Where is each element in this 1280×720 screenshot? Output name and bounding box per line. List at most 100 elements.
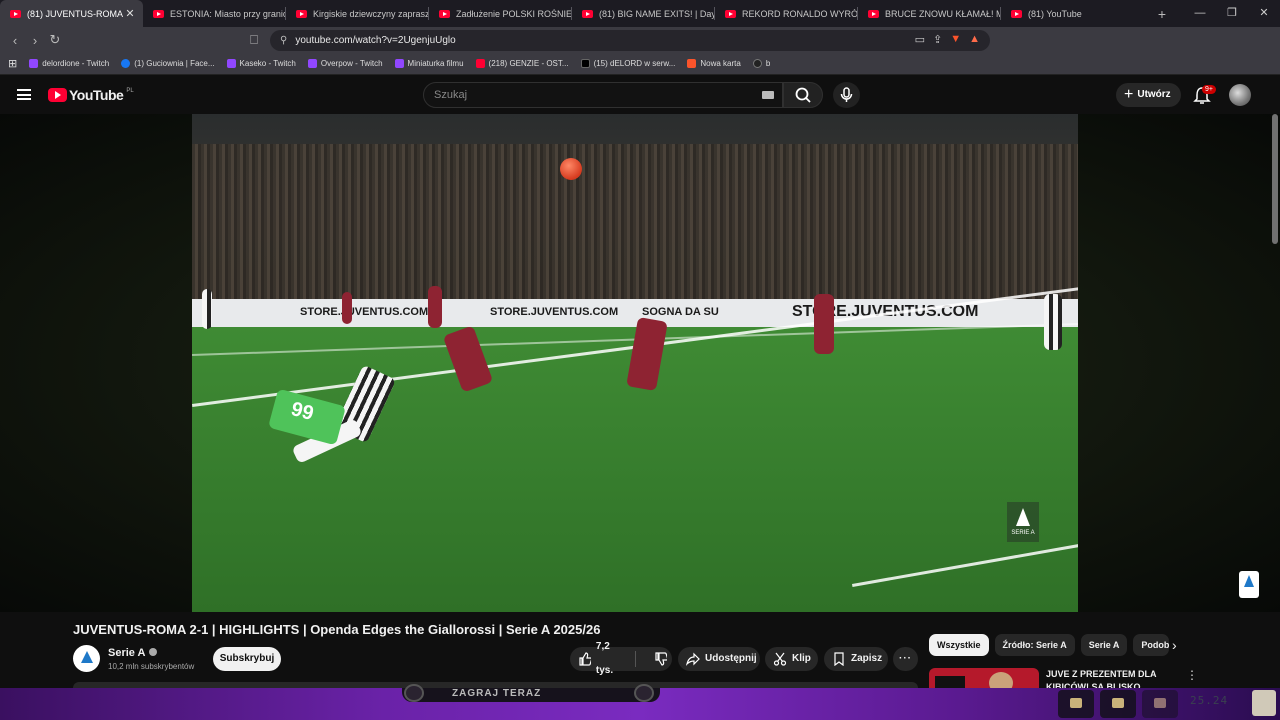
bookmark-label: (15) dELORD w serw... xyxy=(593,59,676,68)
voice-search-button[interactable] xyxy=(833,82,860,108)
x-icon xyxy=(580,59,590,68)
share-page-icon[interactable]: ⇪ xyxy=(933,33,942,46)
brave-icon xyxy=(687,59,697,68)
more-actions-button[interactable]: ··· xyxy=(893,647,918,671)
forward-icon[interactable]: › xyxy=(25,33,45,48)
create-button[interactable]: + Utwórz xyxy=(1116,83,1181,107)
overlay-banner-text: ZAGRAJ TERAZ xyxy=(452,688,542,699)
board-text: STORE.JUVENTUS.COM xyxy=(490,306,619,318)
chat-icon[interactable] xyxy=(1058,690,1094,718)
overlay-circle-icon xyxy=(634,684,654,702)
close-tab-icon[interactable]: ✕ xyxy=(123,7,137,20)
apps-grid-icon[interactable]: ⊞ xyxy=(8,57,17,70)
youtube-play-icon xyxy=(48,88,67,102)
like-dislike-bar: 7,2 tys. xyxy=(570,641,672,676)
bookmark-label: delordione - Twitch xyxy=(42,59,110,68)
roma-player xyxy=(428,286,442,328)
chip-source[interactable]: Źródło: Serie A xyxy=(994,634,1075,656)
subscriber-count: 10,2 mln subskrybentów xyxy=(108,662,195,671)
tab-title: Zadłużenie POLSKI ROŚNIE - w xyxy=(456,8,572,19)
youtube-icon xyxy=(475,59,485,68)
site-info-icon[interactable]: ⚲ xyxy=(280,35,287,46)
youtube-favicon-icon xyxy=(582,9,593,18)
chevron-right-icon[interactable]: › xyxy=(1172,637,1177,653)
bookmark-item[interactable]: Nowa karta xyxy=(687,59,741,68)
bookmark-item[interactable]: Miniaturka filmu xyxy=(394,59,464,68)
browser-tab[interactable]: (81) YouTube xyxy=(1001,0,1144,27)
bookmark-label: Kaseko - Twitch xyxy=(239,59,296,68)
gear-icon[interactable] xyxy=(1252,690,1276,716)
share-icon xyxy=(686,652,700,666)
bookmark-item[interactable]: (218) GENZIE - OST... xyxy=(475,59,569,68)
brave-shields-icon[interactable]: ▼ xyxy=(950,33,961,46)
region-code: PL xyxy=(126,88,134,94)
channel-name[interactable]: Serie A xyxy=(108,647,157,659)
address-bar[interactable]: ⚲ youtube.com/watch?v=2UgenjuUglo ▭ ⇪ ▼ … xyxy=(270,30,990,51)
clip-button[interactable]: Klip xyxy=(765,647,818,671)
search-placeholder: Szukaj xyxy=(434,89,468,101)
user-avatar[interactable] xyxy=(1229,84,1251,106)
browser-tab[interactable]: REKORD RONALDO WYRÓWNA xyxy=(715,0,858,27)
microphone-tray-icon[interactable] xyxy=(1142,690,1178,718)
browser-tab[interactable]: Zadłużenie POLSKI ROŚNIE - w xyxy=(429,0,572,27)
more-vert-icon[interactable]: ⋮ xyxy=(1186,668,1198,682)
page-scrollbar[interactable] xyxy=(1272,114,1278,244)
serie-a-side-logo[interactable] xyxy=(1239,571,1259,598)
scissors-icon xyxy=(773,652,787,666)
bookmark-item[interactable]: Overpow - Twitch xyxy=(307,59,383,68)
facebook-icon xyxy=(121,59,131,68)
chip-serie-a[interactable]: Serie A xyxy=(1080,634,1128,656)
search-input[interactable]: Szukaj xyxy=(423,82,783,108)
reload-icon[interactable]: ↻ xyxy=(45,32,65,48)
browser-tab[interactable]: BRUCE ZNOWU KŁAMAŁ! MED xyxy=(858,0,1001,27)
recommendation-chips: Wszystkie Źródło: Serie A Serie A Podob xyxy=(929,634,1170,656)
minimize-button[interactable]: — xyxy=(1184,0,1216,27)
cast-icon[interactable]: ▭ xyxy=(915,33,925,46)
browser-tab[interactable]: (81) BIG NAME EXITS! | Day Te xyxy=(572,0,715,27)
thumbs-down-icon[interactable] xyxy=(654,652,667,666)
bookmark-item[interactable]: b xyxy=(752,59,771,68)
bookmark-item[interactable]: (1) Guciownia | Face... xyxy=(121,59,215,68)
share-label: Udostępnij xyxy=(705,653,757,664)
thumbs-up-icon[interactable] xyxy=(578,652,591,666)
bookmark-item[interactable]: Kaseko - Twitch xyxy=(226,59,296,68)
new-tab-button[interactable]: + xyxy=(1150,6,1174,22)
like-count[interactable]: 7,2 tys. xyxy=(596,635,627,683)
share-button[interactable]: Udostępnij xyxy=(678,647,760,671)
keyboard-icon[interactable] xyxy=(762,91,774,99)
advertising-boards: STORE.JUVENTUS.COM STORE.JUVENTUS.COM SO… xyxy=(192,299,1078,327)
save-label: Zapisz xyxy=(851,653,883,664)
save-button[interactable]: Zapisz xyxy=(824,647,888,671)
tab-title: REKORD RONALDO WYRÓWNA xyxy=(742,8,858,19)
browser-tab[interactable]: (81) JUVENTUS-ROMA 2-1 ✕ xyxy=(0,0,143,27)
board-text: SOGNA DA SU xyxy=(642,306,719,318)
brave-rewards-icon[interactable]: ▲ xyxy=(969,33,980,46)
video-player[interactable]: STORE.JUVENTUS.COM STORE.JUVENTUS.COM SO… xyxy=(192,114,1078,612)
chip-all[interactable]: Wszystkie xyxy=(929,634,989,656)
browser-tab[interactable]: Kirgiskie dziewczyny zapraszają xyxy=(286,0,429,27)
browser-tab[interactable]: ESTONIA: Miasto przy granicy z xyxy=(143,0,286,27)
bookmark-label: Overpow - Twitch xyxy=(320,59,383,68)
search-button[interactable] xyxy=(783,82,823,108)
subscribe-button[interactable]: Subskrybuj xyxy=(213,647,281,671)
goalkeeper-number: 99 xyxy=(288,398,316,426)
bookmark-item[interactable]: delordione - Twitch xyxy=(29,59,109,68)
youtube-favicon-icon xyxy=(1011,9,1022,18)
tab-title: (81) JUVENTUS-ROMA 2-1 xyxy=(27,8,123,19)
youtube-logo[interactable]: YouTube PL xyxy=(48,87,134,103)
bookmark-item[interactable]: (15) dELORD w serw... xyxy=(580,59,676,68)
tab-title: (81) BIG NAME EXITS! | Day Te xyxy=(599,8,715,19)
clock-readout: 25.24 xyxy=(1190,694,1229,707)
bookmark-page-icon[interactable]: ⎕ xyxy=(244,32,264,48)
back-icon[interactable]: ‹ xyxy=(5,33,25,48)
bookmark-label: b xyxy=(765,59,771,68)
channel-avatar[interactable] xyxy=(73,645,100,672)
site-icon xyxy=(752,59,762,68)
notes-icon[interactable] xyxy=(1100,690,1136,718)
close-window-button[interactable]: ✕ xyxy=(1248,0,1280,27)
stadium-crowd xyxy=(192,144,1078,299)
overlay-circle-icon xyxy=(404,684,424,702)
chip-similar[interactable]: Podob xyxy=(1133,634,1170,656)
hamburger-menu-icon[interactable] xyxy=(17,89,31,100)
restore-button[interactable]: ❐ xyxy=(1216,0,1248,27)
